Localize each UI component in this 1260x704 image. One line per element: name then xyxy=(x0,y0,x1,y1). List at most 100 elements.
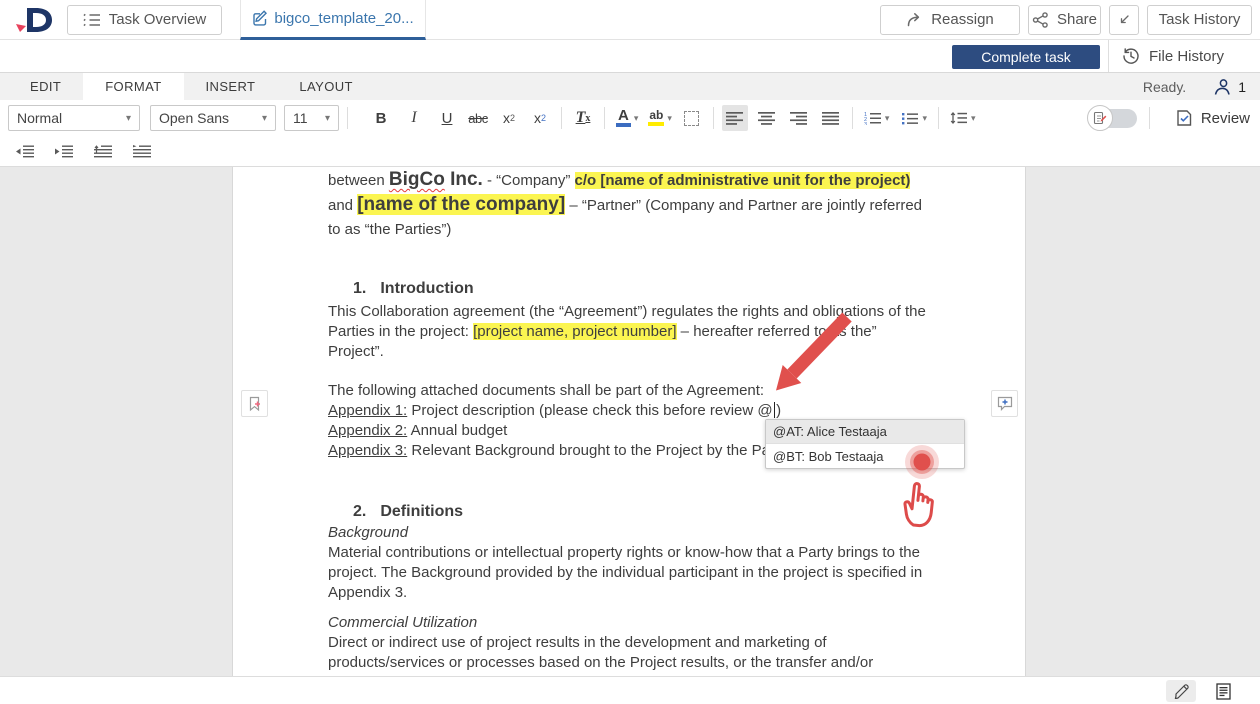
align-center-icon xyxy=(758,112,776,125)
track-changes-toggle[interactable] xyxy=(1087,105,1137,131)
tab-format-label: FORMAT xyxy=(105,79,161,94)
chevron-down-icon: ▾ xyxy=(126,113,131,124)
definition-body-background: Material contributions or intellectual p… xyxy=(328,543,929,603)
chevron-down-icon: ▾ xyxy=(667,113,672,124)
tab-format[interactable]: FORMAT xyxy=(83,73,183,100)
subscript-2: 2 xyxy=(541,113,546,123)
font-size-select[interactable]: 11 ▾ xyxy=(284,105,339,131)
edit-mode-button[interactable] xyxy=(1166,680,1196,702)
document-tab-label: bigco_template_20... xyxy=(274,10,413,27)
online-users-badge[interactable]: 1 xyxy=(1212,78,1246,96)
font-family-select[interactable]: Open Sans ▾ xyxy=(150,105,276,131)
status-text: Ready. xyxy=(1143,79,1186,95)
file-history-button[interactable]: File History xyxy=(1122,40,1224,72)
tab-layout[interactable]: LAYOUT xyxy=(277,73,374,100)
app-logo[interactable] xyxy=(12,5,58,35)
numbered-list-icon: 123 xyxy=(864,111,882,125)
mention-option-label: @BT: Bob Testaaja xyxy=(773,449,884,464)
bottom-bar xyxy=(0,676,1260,704)
chevron-down-icon: ▾ xyxy=(634,113,639,124)
mention-option-bob[interactable]: @BT: Bob Testaaja xyxy=(766,444,964,468)
clear-format-t: T xyxy=(576,109,586,127)
text-document-icon xyxy=(1216,683,1231,700)
tab-insert-label: INSERT xyxy=(206,79,256,94)
task-overview-button[interactable]: Task Overview xyxy=(67,5,222,35)
superscript-button[interactable]: x2 xyxy=(496,105,522,131)
bullet-list-button[interactable]: ▾ xyxy=(898,105,930,131)
chevron-down-icon: ▾ xyxy=(325,113,330,124)
heading-introduction: 1.Introduction xyxy=(328,278,929,300)
heading-number: 2. xyxy=(353,503,366,520)
italic-button[interactable]: I xyxy=(401,105,427,131)
align-center-button[interactable] xyxy=(754,105,780,131)
superscript-x: x xyxy=(503,110,510,126)
complete-task-button[interactable]: Complete task xyxy=(952,45,1100,69)
outdent-icon xyxy=(16,145,35,158)
document-area: between BigCo Inc. - “Company” c/o [name… xyxy=(0,167,1260,676)
document-tab[interactable]: bigco_template_20... xyxy=(240,0,426,40)
align-justify-icon xyxy=(822,112,840,125)
share-network-icon xyxy=(1032,12,1049,28)
underline-button[interactable]: U xyxy=(434,105,460,131)
comment-add-icon xyxy=(997,396,1013,411)
task-history-label: Task History xyxy=(1159,11,1241,28)
bold-button[interactable]: B xyxy=(368,105,394,131)
app-window: Task Overview bigco_template_20... Reas xyxy=(0,0,1260,704)
highlight-color-button[interactable]: ab ▾ xyxy=(645,105,675,131)
track-changes-icon xyxy=(1093,111,1107,125)
definition-body-commercial: Direct or indirect use of project result… xyxy=(328,633,929,676)
task-overview-label: Task Overview xyxy=(109,11,207,28)
bullet-list-icon xyxy=(901,111,919,125)
strikethrough-button[interactable]: abc xyxy=(465,105,491,131)
toggle-knob xyxy=(1087,105,1113,131)
align-right-button[interactable] xyxy=(786,105,812,131)
indent-button[interactable] xyxy=(51,138,77,164)
reassign-arrow-icon xyxy=(906,12,923,28)
font-color-icon: A xyxy=(616,109,631,127)
tab-edit[interactable]: EDIT xyxy=(8,73,83,100)
ribbon-status: Ready. 1 xyxy=(1143,73,1246,100)
outdent-button[interactable] xyxy=(12,138,38,164)
add-comment-button[interactable] xyxy=(991,390,1018,417)
share-button[interactable]: Share xyxy=(1028,5,1101,35)
definition-term-background: Background xyxy=(328,523,929,543)
clear-format-x: x xyxy=(585,113,590,124)
align-left-icon xyxy=(726,112,744,125)
paragraph-parties: between BigCo Inc. - “Company” c/o [name… xyxy=(328,168,929,242)
mention-dropdown: @AT: Alice Testaaja @BT: Bob Testaaja xyxy=(765,419,965,469)
collapse-panel-button[interactable] xyxy=(1109,5,1139,35)
chevron-down-icon: ▾ xyxy=(922,113,927,124)
subscript-x: x xyxy=(534,110,541,126)
font-color-button[interactable]: A ▾ xyxy=(613,105,641,131)
action-bar: Complete task File History xyxy=(0,40,1260,73)
heading-title: Definitions xyxy=(380,503,463,520)
complete-task-label: Complete task xyxy=(981,49,1070,65)
heading-title: Introduction xyxy=(380,280,473,297)
paragraph-spacing-button[interactable] xyxy=(90,138,116,164)
mention-option-alice[interactable]: @AT: Alice Testaaja xyxy=(766,420,964,444)
line-spacing-button[interactable]: ▾ xyxy=(947,105,979,131)
align-left-button[interactable] xyxy=(722,105,748,131)
pencil-icon xyxy=(1173,683,1189,699)
subscript-button[interactable]: x2 xyxy=(527,105,553,131)
tab-insert[interactable]: INSERT xyxy=(184,73,278,100)
first-line-indent-button[interactable] xyxy=(129,138,155,164)
chevron-down-icon: ▾ xyxy=(885,113,890,124)
person-icon xyxy=(1212,78,1233,96)
font-size-value: 11 xyxy=(293,110,319,126)
review-button[interactable]: Review xyxy=(1176,109,1250,127)
top-bar-actions: Reassign Share Task His xyxy=(880,5,1252,35)
svg-text:3: 3 xyxy=(864,122,867,125)
paragraph-style-select[interactable]: Normal ▾ xyxy=(8,105,140,131)
line-spacing-icon xyxy=(950,111,968,125)
add-bookmark-button[interactable] xyxy=(241,390,268,417)
task-history-button[interactable]: Task History xyxy=(1147,5,1252,35)
chevron-down-icon: ▾ xyxy=(971,113,976,124)
clear-formatting-button[interactable]: Tx xyxy=(570,105,596,131)
numbered-list-button[interactable]: 123 ▾ xyxy=(861,105,893,131)
borders-button[interactable] xyxy=(679,105,705,131)
align-justify-button[interactable] xyxy=(818,105,844,131)
reassign-button[interactable]: Reassign xyxy=(880,5,1020,35)
logo-d-icon xyxy=(12,5,56,35)
content-view-button[interactable] xyxy=(1208,680,1238,702)
